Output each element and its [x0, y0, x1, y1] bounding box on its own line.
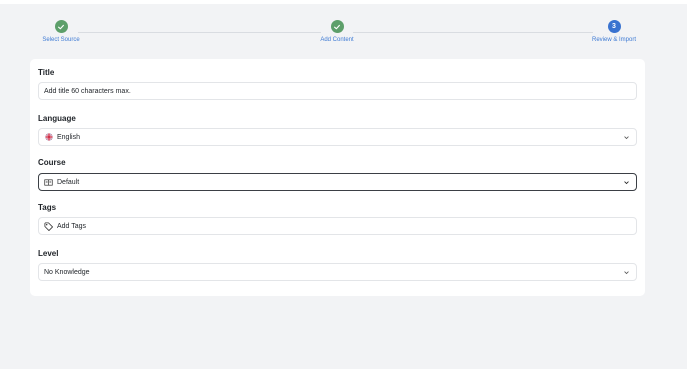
step-connector — [78, 32, 321, 33]
language-label: Language — [38, 114, 76, 123]
import-stepper: Select Source Add Content 3 Review & Imp… — [0, 0, 690, 50]
course-value: Default — [57, 178, 80, 186]
step-number: 3 — [607, 20, 621, 33]
import-form-card: Title Add title 60 characters max. Langu… — [30, 59, 645, 296]
step-connector — [353, 32, 593, 33]
language-select[interactable]: English — [38, 128, 637, 146]
language-value: English — [57, 133, 80, 141]
uk-flag-icon — [44, 133, 53, 142]
book-icon — [44, 178, 53, 187]
chevron-down-icon — [623, 179, 630, 186]
check-icon — [54, 20, 68, 33]
step-label: Add Content — [320, 37, 354, 43]
step-select-source[interactable]: Select Source — [35, 20, 87, 43]
level-select[interactable]: No Knowledge — [38, 263, 637, 281]
tag-icon — [44, 221, 53, 231]
tags-label: Tags — [38, 203, 57, 212]
level-value: No Knowledge — [44, 268, 90, 276]
title-label: Title — [38, 68, 55, 77]
check-icon — [330, 20, 344, 33]
chevron-down-icon — [623, 134, 630, 141]
tags-placeholder: Add Tags — [57, 222, 87, 230]
tags-input[interactable]: Add Tags — [38, 217, 637, 235]
step-review-import[interactable]: 3 Review & Import — [586, 20, 642, 43]
chevron-down-icon — [623, 269, 630, 276]
step-add-content[interactable]: Add Content — [312, 20, 362, 43]
course-select[interactable]: Default — [38, 173, 637, 191]
title-value: Add title 60 characters max. — [44, 87, 131, 95]
step-label: Select Source — [42, 37, 80, 43]
level-label: Level — [38, 249, 59, 258]
course-label: Course — [38, 158, 66, 167]
step-label: Review & Import — [591, 37, 636, 43]
title-input[interactable]: Add title 60 characters max. — [38, 82, 637, 100]
